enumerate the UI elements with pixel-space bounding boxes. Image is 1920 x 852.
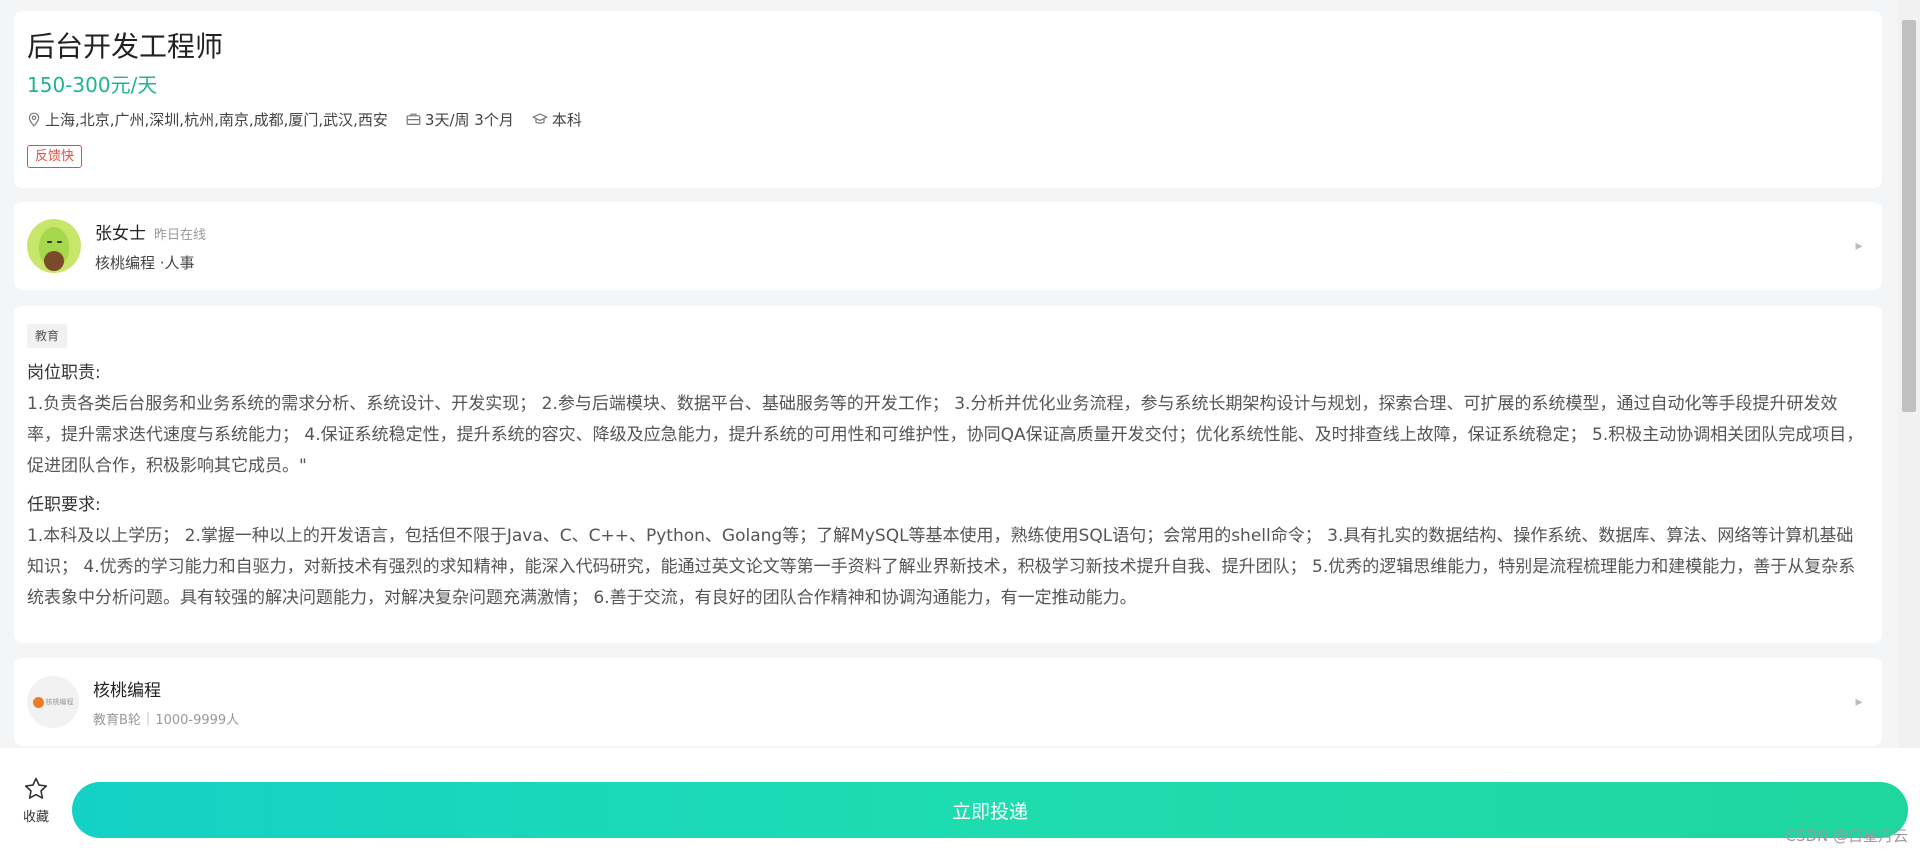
job-education-text: 本科 [551,110,582,129]
recruiter-name-row: 张女士 昨日在线 [95,219,1849,244]
company-meta: 教育B轮 | 1000-9999人 [93,709,1849,728]
job-schedule-text: 3天/周 3个月 [424,110,514,129]
requirements-title: 任职要求: [27,495,101,515]
apply-now-button[interactable]: 立即投递 [72,782,1908,838]
company-card[interactable]: 核桃编程 核桃编程 教育B轮 | 1000-9999人 ▸ [14,658,1882,746]
company-logo-text: 核桃编程 [45,698,74,706]
bottom-action-bar: 收藏 立即投递 [0,748,1920,852]
star-outline-icon [24,777,48,799]
company-stage: 教育B轮 [93,713,141,728]
recruiter-info: 张女士 昨日在线 核桃编程 ·人事 [95,219,1849,273]
recruiter-online-status: 昨日在线 [154,228,207,243]
recruiter-avatar [27,219,81,273]
job-education: 本科 [532,109,582,130]
job-schedule: 3天/周 3个月 [406,109,514,130]
job-header-card: 后台开发工程师 150-300元/天 上海,北京,广州,深圳,杭州,南京,成都,… [14,11,1882,188]
recruiter-company-role: 核桃编程 ·人事 [95,254,195,272]
location-pin-icon [28,112,40,127]
chevron-right-icon[interactable]: ▸ [1849,238,1869,254]
vertical-scrollbar[interactable] [1898,0,1920,748]
company-logo: 核桃编程 [27,676,79,728]
job-detail-page: 后台开发工程师 150-300元/天 上海,北京,广州,深圳,杭州,南京,成都,… [0,0,1898,748]
favorite-button[interactable]: 收藏 [0,776,72,825]
job-salary: 150-300元/天 [27,73,158,97]
favorite-label: 收藏 [22,809,49,825]
meta-divider: | [145,711,151,726]
graduation-cap-icon [532,113,548,124]
job-location: 上海,北京,广州,深圳,杭州,南京,成都,厦门,武汉,西安 [27,109,388,130]
feedback-fast-badge: 反馈快 [27,145,83,168]
briefcase-icon [406,113,421,126]
job-location-text: 上海,北京,广州,深圳,杭州,南京,成都,厦门,武汉,西安 [45,110,388,129]
job-description-card: 教育 岗位职责: 1.负责各类后台服务和业务系统的需求分析、系统设计、开发实现；… [14,306,1882,643]
company-name: 核桃编程 [93,681,161,701]
chevron-right-icon[interactable]: ▸ [1849,694,1869,710]
company-size: 1000-9999人 [155,713,240,728]
job-meta: 上海,北京,广州,深圳,杭州,南京,成都,厦门,武汉,西安 3天/周 3个月 本… [27,107,1869,131]
duties-title: 岗位职责: [27,363,101,383]
requirements-body: 1.本科及以上学历； 2.掌握一种以上的开发语言，包括但不限于Java、C、C+… [27,526,1856,608]
scrollbar-thumb[interactable] [1902,20,1916,412]
csdn-watermark: CSDN @日星月云 [1785,827,1908,845]
duties-body: 1.负责各类后台服务和业务系统的需求分析、系统设计、开发实现； 2.参与后端模块… [27,394,1864,476]
recruiter-card[interactable]: 张女士 昨日在线 核桃编程 ·人事 ▸ [14,202,1882,290]
recruiter-name: 张女士 [95,224,146,244]
company-info: 核桃编程 教育B轮 | 1000-9999人 [93,676,1849,728]
industry-tag: 教育 [27,324,68,348]
job-title: 后台开发工程师 [27,30,224,63]
